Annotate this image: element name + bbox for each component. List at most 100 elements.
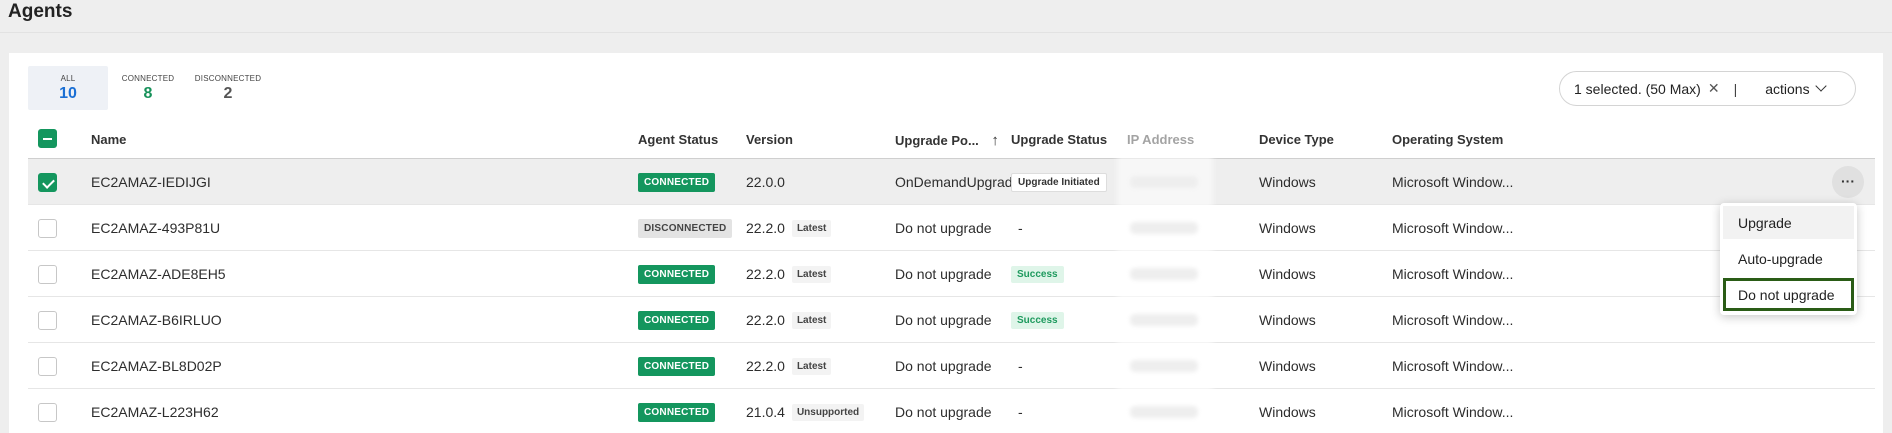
- ip-address-redacted: [1130, 251, 1198, 297]
- status-badge: DISCONNECTED: [638, 218, 733, 238]
- filter-tab-label: CONNECTED: [121, 74, 175, 83]
- agent-name: EC2AMAZ-IEDIJGI: [91, 174, 211, 190]
- close-icon[interactable]: ✕: [1708, 80, 1720, 97]
- row-checkbox-cell: [38, 343, 57, 389]
- table-row[interactable]: EC2AMAZ-ADE8EH5 CONNECTED 22.2.0 Latest D…: [28, 251, 1875, 297]
- menu-item-upgrade[interactable]: Upgrade: [1723, 206, 1854, 239]
- menu-item-do-not-upgrade[interactable]: Do not upgrade: [1723, 278, 1854, 311]
- device-type: Windows: [1259, 312, 1316, 328]
- version-cell: 22.0.0: [746, 159, 785, 205]
- upgrade-policy: Do not upgrade: [895, 404, 992, 420]
- version-value: 22.2.0: [746, 220, 785, 236]
- row-checkbox[interactable]: [38, 356, 57, 376]
- upgrade-status-empty: -: [1018, 404, 1023, 420]
- agent-status-cell: CONNECTED: [638, 297, 716, 343]
- version-tag: Unsupported: [791, 403, 865, 421]
- col-header-upgrade-policy[interactable]: Upgrade Po... ↑: [895, 132, 999, 149]
- operating-system: Microsoft Window...: [1392, 358, 1514, 374]
- upgrade-status-empty: -: [1018, 358, 1023, 374]
- filter-tab-count: 10: [59, 85, 77, 102]
- upgrade-policy: Do not upgrade: [895, 266, 992, 282]
- agent-status-cell: CONNECTED: [638, 159, 716, 205]
- more-actions-button[interactable]: ···: [1832, 166, 1864, 198]
- filter-tab-connected[interactable]: CONNECTED 8: [108, 66, 188, 110]
- version-cell: 22.2.0 Latest: [746, 205, 832, 251]
- agent-status-cell: DISCONNECTED: [638, 205, 733, 251]
- select-all-checkbox[interactable]: [38, 129, 57, 148]
- sort-arrow-up-icon[interactable]: ↑: [991, 132, 999, 149]
- version-value: 21.0.4: [746, 404, 785, 420]
- selection-bar: 1 selected. (50 Max) ✕ | actions: [1559, 71, 1856, 106]
- row-checkbox[interactable]: [38, 264, 57, 284]
- row-checkbox[interactable]: [38, 172, 57, 192]
- row-checkbox[interactable]: [38, 310, 57, 330]
- ip-address-redacted: [1130, 297, 1198, 343]
- col-header-version[interactable]: Version: [746, 132, 793, 147]
- upgrade-policy: Do not upgrade: [895, 358, 992, 374]
- version-tag: Latest: [791, 357, 832, 375]
- agent-name: EC2AMAZ-B6IRLUO: [91, 312, 222, 328]
- agent-status-cell: CONNECTED: [638, 251, 716, 297]
- upgrade-status-badge: Success: [1011, 311, 1064, 329]
- version-value: 22.0.0: [746, 174, 785, 190]
- agent-status-cell: CONNECTED: [638, 389, 716, 433]
- status-badge: CONNECTED: [638, 310, 716, 330]
- table-row[interactable]: EC2AMAZ-IEDIJGI CONNECTED 22.0.0 OnDeman…: [28, 159, 1875, 205]
- selection-count: 1 selected. (50 Max): [1574, 80, 1701, 97]
- table-row[interactable]: EC2AMAZ-L223H62 CONNECTED 21.0.4 Unsuppor…: [28, 389, 1875, 433]
- agent-name: EC2AMAZ-ADE8EH5: [91, 266, 226, 282]
- version-cell: 22.2.0 Latest: [746, 297, 832, 343]
- status-badge: CONNECTED: [638, 402, 716, 422]
- row-checkbox[interactable]: [38, 402, 57, 422]
- col-header-os[interactable]: Operating System: [1392, 132, 1503, 147]
- actions-dropdown[interactable]: actions: [1765, 80, 1827, 97]
- operating-system: Microsoft Window...: [1392, 312, 1514, 328]
- row-checkbox-cell: [38, 297, 57, 343]
- redacted-ip: [1130, 176, 1198, 188]
- operating-system: Microsoft Window...: [1392, 174, 1514, 190]
- device-type: Windows: [1259, 404, 1316, 420]
- upgrade-policy: OnDemandUpgrade: [895, 174, 1021, 190]
- table-header: Name Agent Status Version Upgrade Po... …: [28, 119, 1875, 159]
- filter-tab-disconnected[interactable]: DISCONNECTED 2: [188, 66, 268, 110]
- ip-address-redacted: [1130, 205, 1198, 251]
- redacted-ip: [1130, 268, 1198, 280]
- agents-card: ALL 10 CONNECTED 8 DISCONNECTED 2 1 sele…: [9, 53, 1883, 433]
- device-type: Windows: [1259, 174, 1316, 190]
- agent-name: EC2AMAZ-493P81U: [91, 220, 221, 236]
- row-checkbox-cell: [38, 159, 57, 205]
- menu-item-auto-upgrade[interactable]: Auto-upgrade: [1723, 242, 1854, 275]
- upgrade-status-empty: -: [1018, 220, 1023, 236]
- col-header-name[interactable]: Name: [91, 132, 126, 147]
- row-checkbox[interactable]: [38, 218, 57, 238]
- version-cell: 22.2.0 Latest: [746, 251, 832, 297]
- device-type: Windows: [1259, 266, 1316, 282]
- upgrade-status-cell: Success: [1011, 297, 1064, 343]
- version-cell: 22.2.0 Latest: [746, 343, 832, 389]
- table-row[interactable]: EC2AMAZ-493P81U DISCONNECTED 22.2.0 Lates…: [28, 205, 1875, 251]
- agent-name: EC2AMAZ-L223H62: [91, 404, 219, 420]
- status-badge: CONNECTED: [638, 172, 716, 192]
- col-header-device-type[interactable]: Device Type: [1259, 132, 1334, 147]
- select-all-cell: [38, 129, 57, 148]
- ip-address-redacted: [1130, 343, 1198, 389]
- col-header-upgrade-policy-label: Upgrade Po...: [895, 133, 979, 148]
- version-tag: Latest: [791, 265, 832, 283]
- col-header-ip-address[interactable]: IP Address: [1127, 132, 1194, 147]
- table-row[interactable]: EC2AMAZ-BL8D02P CONNECTED 22.2.0 Latest D…: [28, 343, 1875, 389]
- device-type: Windows: [1259, 358, 1316, 374]
- selection-divider: |: [1733, 80, 1738, 97]
- redacted-ip: [1130, 314, 1198, 326]
- version-value: 22.2.0: [746, 358, 785, 374]
- col-header-agent-status[interactable]: Agent Status: [638, 132, 718, 147]
- operating-system: Microsoft Window...: [1392, 266, 1514, 282]
- page-title: Agents: [8, 1, 73, 22]
- upgrade-status-cell: Upgrade Initiated: [1011, 159, 1107, 205]
- table-row[interactable]: EC2AMAZ-B6IRLUO CONNECTED 22.2.0 Latest D…: [28, 297, 1875, 343]
- ip-address-redacted: [1130, 159, 1198, 205]
- col-header-upgrade-status[interactable]: Upgrade Status: [1011, 132, 1107, 147]
- redacted-ip: [1130, 222, 1198, 234]
- row-checkbox-cell: [38, 205, 57, 251]
- actions-label: actions: [1765, 80, 1810, 97]
- filter-tab-all[interactable]: ALL 10: [28, 66, 108, 110]
